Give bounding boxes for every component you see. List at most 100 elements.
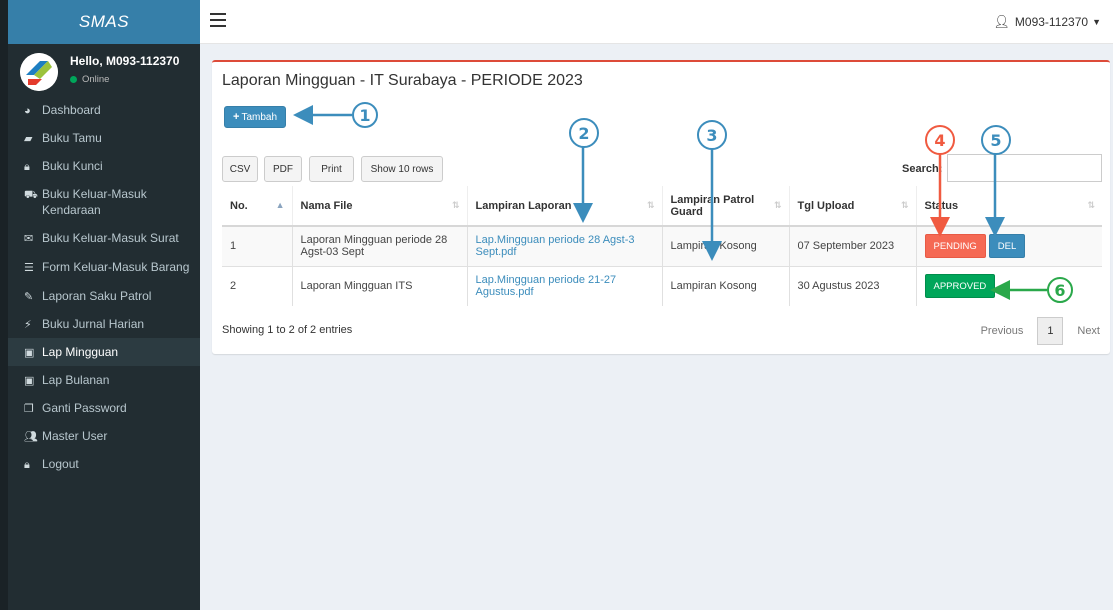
column-header-tgl-upload[interactable]: Tgl Upload ⇅ (789, 186, 917, 227)
add-button[interactable]: + Tambah (224, 106, 287, 128)
sidebar-item-label: Master User (42, 429, 108, 443)
pagination: Previous 1 Next (981, 317, 1100, 345)
cell-no: 1 (222, 225, 293, 266)
user-status: Online (70, 74, 179, 85)
approved-button[interactable]: APPROVED (924, 274, 996, 299)
delete-button[interactable]: DEL (988, 234, 1026, 259)
cell-lampiran-laporan: Lap.Mingguan periode 28 Agst-3 Sept.pdf (467, 225, 663, 266)
magic-icon: ⚡ (24, 319, 32, 331)
avatar (20, 53, 58, 91)
caret-down-icon: ▼ (1092, 17, 1101, 27)
money-icon: ▣ (24, 375, 35, 387)
cell-nama-file: Laporan Mingguan periode 28 Agst-03 Sept (292, 225, 468, 266)
annotation-marker-5: 5 (981, 125, 1011, 155)
attachment-link[interactable]: Lap.Mingguan periode 21-27 Agustus.pdf (476, 274, 617, 298)
user-greeting: Hello, M093-112370 (70, 54, 180, 68)
window-edge (0, 0, 8, 610)
lock-icon: 🔒︎ (24, 459, 30, 471)
annotation-marker-6: 6 (1047, 277, 1073, 303)
app-window: SMAS Hello, M093-112370 Online ◕ Dashboar… (0, 0, 1113, 610)
column-header-label: No. (230, 199, 248, 212)
search-label: Search: (902, 163, 943, 175)
next-page-button[interactable]: Next (1077, 325, 1100, 337)
sidebar-item-label: Buku Keluar-Masuk Kendaraan (42, 187, 147, 217)
sidebar-item-label: Lap Mingguan (42, 345, 119, 359)
cell-lampiran-patrol: Lampiran Kosong (662, 225, 790, 266)
column-header-no[interactable]: No. ▲ (222, 186, 293, 227)
sort-asc-icon: ▲ (275, 200, 285, 210)
sidebar-item-master-user[interactable]: 👥︎ Master User (8, 422, 200, 450)
user-dropdown[interactable]: 👤︎ M093-112370 ▼ (993, 14, 1101, 30)
pdf-button[interactable]: PDF (264, 156, 302, 182)
truck-icon: ⛟ (24, 189, 38, 201)
table-row: 1 Laporan Mingguan periode 28 Agst-03 Se… (222, 225, 1102, 266)
sidebar-item-surat[interactable]: ✉ Buku Keluar-Masuk Surat (8, 224, 200, 253)
hamburger-menu-icon[interactable] (210, 13, 226, 27)
sidebar-item-label: Logout (42, 457, 79, 471)
paperclip-icon: ✎ (24, 291, 34, 303)
lock-icon: 🔒︎ (24, 161, 30, 173)
print-button[interactable]: Print (309, 156, 354, 182)
previous-page-button[interactable]: Previous (981, 325, 1024, 337)
column-header-lampiran-laporan[interactable]: Lampiran Laporan ⇅ (467, 186, 663, 227)
sidebar-item-ganti-password[interactable]: ❐ Ganti Password (8, 394, 200, 422)
annotation-marker-3: 3 (697, 120, 727, 150)
table-row: 2 Laporan Mingguan ITS Lap.Mingguan peri… (222, 265, 1102, 306)
sort-icon: ⇅ (1087, 200, 1095, 210)
top-navbar: 👤︎ M093-112370 ▼ (200, 0, 1113, 44)
online-dot-icon (70, 76, 77, 83)
sidebar-item-label: Form Keluar-Masuk Barang (42, 260, 190, 274)
sidebar-item-logout[interactable]: 🔒︎ Logout (8, 450, 200, 478)
sidebar-item-lap-mingguan[interactable]: ▣ Lap Mingguan (8, 338, 200, 366)
money-icon: ▣ (24, 347, 35, 359)
sort-icon: ⇅ (646, 200, 655, 210)
cell-no: 2 (222, 265, 293, 306)
sidebar-item-buku-kunci[interactable]: 🔒︎ Buku Kunci (8, 152, 200, 180)
list-icon: ☰ (24, 262, 34, 274)
book-icon: ▰ (24, 133, 33, 145)
sidebar-item-lap-bulanan[interactable]: ▣ Lap Bulanan (8, 366, 200, 394)
annotation-marker-2: 2 (569, 118, 599, 148)
sort-icon: ⇅ (451, 200, 460, 210)
column-header-lampiran-patrol[interactable]: Lampiran Patrol Guard ⇅ (662, 186, 790, 227)
column-header-label: Lampiran Laporan (475, 199, 572, 212)
annotation-marker-1: 1 (352, 102, 378, 128)
sidebar-item-label: Lap Bulanan (42, 373, 110, 387)
sidebar-item-label: Buku Kunci (42, 159, 103, 173)
cell-tgl-upload: 07 September 2023 (789, 225, 917, 266)
sidebar-item-jurnal-harian[interactable]: ⚡ Buku Jurnal Harian (8, 310, 200, 338)
report-table: No. ▲ Nama File ⇅ Lampiran Laporan ⇅ Lampir… (222, 186, 1102, 306)
page-title: Laporan Mingguan - IT Surabaya - PERIODE… (222, 72, 583, 89)
cell-tgl-upload: 30 Agustus 2023 (789, 265, 917, 306)
csv-button[interactable]: CSV (222, 156, 258, 182)
show-rows-button[interactable]: Show 10 rows (361, 156, 443, 182)
sidebar-item-dashboard[interactable]: ◕ Dashboard (8, 96, 200, 124)
column-header-label: Status (924, 199, 959, 212)
column-header-nama-file[interactable]: Nama File ⇅ (292, 186, 468, 227)
sort-icon: ⇅ (773, 200, 782, 210)
brand-logo[interactable]: SMAS (8, 0, 200, 44)
sidebar-item-label: Dashboard (42, 103, 101, 117)
sidebar-item-label: Laporan Saku Patrol (42, 289, 152, 303)
sidebar-item-barang[interactable]: ☰ Form Keluar-Masuk Barang (8, 253, 200, 282)
user-status-label: Online (82, 74, 110, 85)
add-button-label: Tambah (241, 111, 278, 123)
search-input[interactable] (947, 154, 1102, 182)
pending-button[interactable]: PENDING (924, 234, 986, 259)
sidebar-item-buku-tamu[interactable]: ▰ Buku Tamu (8, 124, 200, 152)
column-header-status[interactable]: Status ⇅ (916, 186, 1102, 227)
sidebar-item-label: Buku Tamu (42, 131, 102, 145)
attachment-link[interactable]: Lap.Mingguan periode 28 Agst-3 Sept.pdf (476, 234, 635, 258)
user-panel: Hello, M093-112370 Online (8, 44, 200, 96)
report-box: Laporan Mingguan - IT Surabaya - PERIODE… (212, 60, 1110, 354)
users-icon: 👥︎ (24, 431, 38, 443)
dashboard-icon: ◕ (24, 105, 31, 117)
sidebar-item-kendaraan[interactable]: ⛟ Buku Keluar-Masuk Kendaraan (8, 180, 200, 224)
sidebar-menu: ◕ Dashboard ▰ Buku Tamu 🔒︎ Buku Kunci ⛟ Buku… (8, 96, 200, 478)
plus-icon: + (233, 111, 240, 123)
cell-status: PENDING DEL (916, 225, 1102, 266)
cell-status: APPROVED (916, 265, 1102, 306)
column-header-label: Tgl Upload (797, 199, 855, 212)
page-1-button[interactable]: 1 (1037, 317, 1064, 345)
sidebar-item-saku-patrol[interactable]: ✎ Laporan Saku Patrol (8, 282, 200, 310)
